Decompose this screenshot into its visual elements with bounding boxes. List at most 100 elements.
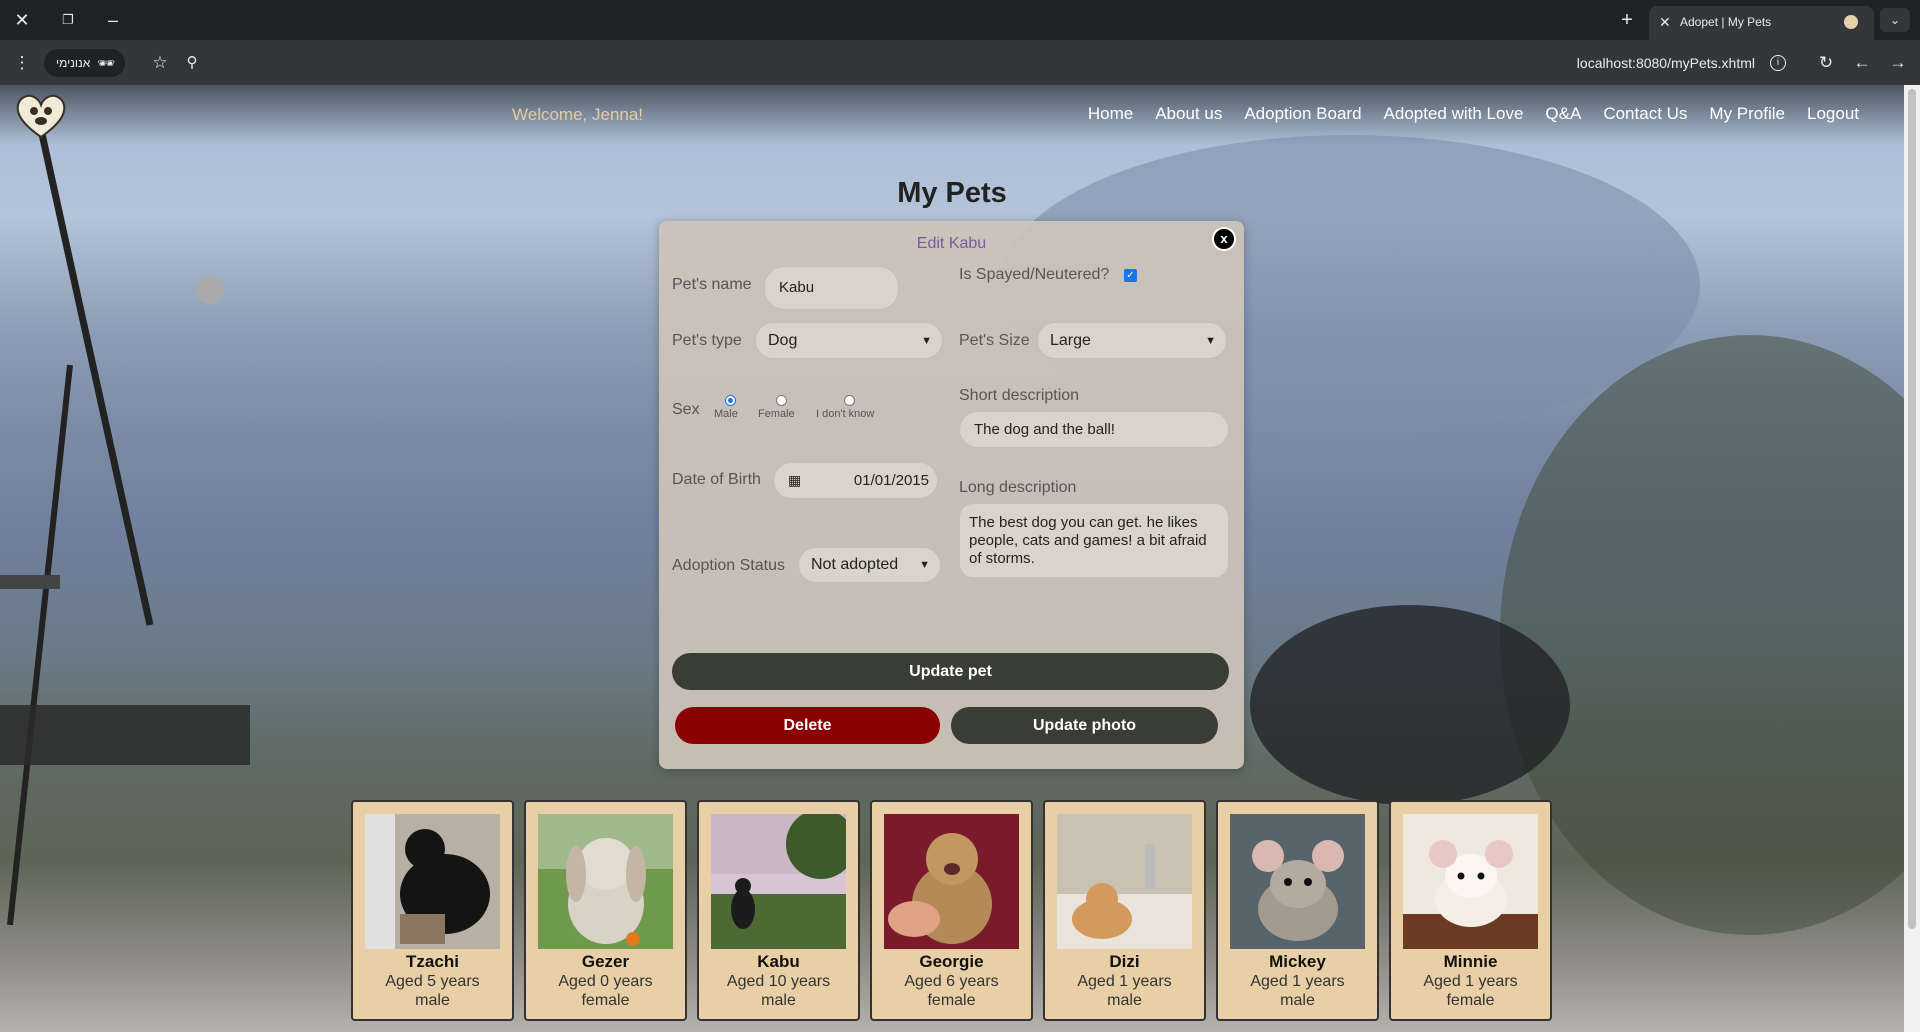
- adoption-status-label: Adoption Status: [672, 557, 785, 574]
- adoption-status-value: Not adopted: [811, 556, 899, 573]
- pet-card[interactable]: Minnie Aged 1 years female: [1389, 800, 1552, 1021]
- short-description-input[interactable]: The dog and the ball!: [959, 411, 1229, 448]
- pet-name: Georgie: [919, 952, 984, 971]
- pet-photo-white-mouse: [1403, 814, 1538, 949]
- sex-radio-unknown[interactable]: [844, 395, 855, 406]
- long-description-textarea[interactable]: The best dog you can get. he likes peopl…: [959, 503, 1229, 578]
- pet-name-value: Kabu: [779, 279, 815, 296]
- pet-sex: female: [581, 992, 630, 1009]
- browser-tab-bar: ✕ ❐ – + ✕ Adopet | My Pets ⌄: [0, 0, 1920, 40]
- nav-adopted-with-love[interactable]: Adopted with Love: [1384, 104, 1524, 124]
- welcome-message: Welcome, Jenna!: [512, 105, 644, 124]
- pet-card[interactable]: Gezer Aged 0 years female: [524, 800, 687, 1021]
- nav-logout[interactable]: Logout: [1807, 104, 1859, 124]
- nav-links: Home About us Adoption Board Adopted wit…: [1088, 104, 1859, 124]
- pet-card[interactable]: Dizi Aged 1 years male: [1043, 800, 1206, 1021]
- dob-input[interactable]: ▦ 01/01/2015: [773, 462, 938, 499]
- pet-type-value: Dog: [768, 332, 798, 349]
- nav-about-us[interactable]: About us: [1155, 104, 1222, 124]
- pet-name: Mickey: [1269, 952, 1326, 971]
- calendar-icon[interactable]: ▦: [788, 463, 801, 498]
- adoption-status-select[interactable]: Not adopted ▼: [798, 547, 941, 583]
- sex-radio-male[interactable]: [725, 395, 736, 406]
- pet-age: Aged 6 years: [904, 973, 999, 990]
- pet-sex: male: [1280, 992, 1315, 1009]
- address-bar[interactable]: localhost:8080/myPets.xhtml i: [1570, 49, 1800, 77]
- window-close-icon[interactable]: ✕: [7, 0, 37, 40]
- pet-size-label: Pet's Size: [959, 332, 1030, 349]
- pet-card[interactable]: Kabu Aged 10 years male: [697, 800, 860, 1021]
- pet-photo-orange-cat: [1057, 814, 1192, 949]
- pet-card[interactable]: Georgie Aged 6 years female: [870, 800, 1033, 1021]
- pet-age: Aged 10 years: [726, 973, 831, 990]
- pet-size-value: Large: [1050, 332, 1091, 349]
- nav-adoption-board[interactable]: Adoption Board: [1244, 104, 1361, 124]
- tab-search-chevron-icon[interactable]: ⌄: [1880, 8, 1910, 32]
- pet-photo-mouse: [1230, 814, 1365, 949]
- sex-radio-male-label: Male: [714, 408, 738, 420]
- background-dog-silhouette: [1250, 605, 1570, 805]
- scrollbar-thumb[interactable]: [1908, 89, 1916, 929]
- update-pet-button[interactable]: Update pet: [672, 653, 1229, 690]
- pet-size-select[interactable]: Large ▼: [1037, 322, 1227, 359]
- pet-card[interactable]: Tzachi Aged 5 years male: [351, 800, 514, 1021]
- pet-card[interactable]: Mickey Aged 1 years male: [1216, 800, 1379, 1021]
- sex-radio-unknown-label: I don't know: [816, 408, 875, 420]
- spayed-label: Is Spayed/Neutered?: [959, 266, 1110, 283]
- window-minimize-icon[interactable]: –: [98, 0, 128, 40]
- browser-menu-icon[interactable]: ⋮: [8, 40, 36, 85]
- pet-photo-rabbit: [538, 814, 673, 949]
- pet-name: Gezer: [581, 952, 630, 971]
- nav-contact-us[interactable]: Contact Us: [1603, 104, 1687, 124]
- chevron-down-icon: ▼: [1205, 335, 1216, 347]
- favicon-icon: [1844, 15, 1858, 29]
- incognito-icon: 🕶: [97, 55, 115, 71]
- zoom-search-icon[interactable]: ⚲: [178, 40, 206, 85]
- nav-home[interactable]: Home: [1088, 104, 1133, 124]
- short-description-label: Short description: [959, 387, 1080, 404]
- edit-pet-modal: Edit Kabu x Pet's name Kabu Pet's type D…: [659, 221, 1244, 769]
- pet-type-label: Pet's type: [672, 332, 742, 349]
- reload-icon[interactable]: ↻: [1812, 40, 1840, 85]
- browser-toolbar: ⋮ אנונימי 🕶 ☆ ⚲ localhost:8080/myPets.xh…: [0, 40, 1920, 85]
- update-photo-button[interactable]: Update photo: [951, 707, 1218, 744]
- url-text: localhost:8080/myPets.xhtml: [1576, 55, 1755, 71]
- forward-icon[interactable]: →: [1884, 40, 1912, 85]
- pet-type-select[interactable]: Dog ▼: [755, 322, 943, 359]
- browser-tab[interactable]: ✕ Adopet | My Pets: [1649, 6, 1874, 40]
- delete-button[interactable]: Delete: [675, 707, 940, 744]
- tab-title: Adopet | My Pets: [1680, 15, 1772, 29]
- pet-name: Kabu: [757, 952, 800, 971]
- nav-my-profile[interactable]: My Profile: [1709, 104, 1785, 124]
- pet-age: Aged 1 years: [1077, 973, 1172, 990]
- pet-sex: female: [1446, 992, 1495, 1009]
- incognito-label: אנונימי: [56, 56, 91, 70]
- nav-qa[interactable]: Q&A: [1545, 104, 1581, 124]
- pet-cards: Tzachi Aged 5 years male Gezer Aged 0 ye…: [351, 800, 1552, 1021]
- chevron-down-icon: ▼: [921, 335, 932, 347]
- new-tab-icon[interactable]: +: [1612, 0, 1642, 40]
- site-navbar: Welcome, Jenna! Home About us Adoption B…: [0, 85, 1904, 145]
- modal-title: Edit Kabu: [916, 235, 987, 252]
- pet-photo-dog: [711, 814, 846, 949]
- pet-name-input[interactable]: Kabu: [764, 266, 899, 310]
- tab-close-icon[interactable]: ✕: [1659, 6, 1671, 38]
- back-icon[interactable]: ←: [1848, 40, 1876, 85]
- adopet-logo[interactable]: [14, 91, 68, 139]
- dob-value: 01/01/2015: [853, 472, 929, 489]
- pet-age: Aged 0 years: [558, 973, 653, 990]
- pet-age: Aged 1 years: [1250, 973, 1345, 990]
- chevron-down-icon: ▼: [919, 559, 930, 571]
- pet-sex: male: [761, 992, 796, 1009]
- spayed-checkbox[interactable]: ✓: [1124, 269, 1137, 282]
- pet-sex: male: [1107, 992, 1142, 1009]
- incognito-badge[interactable]: אנונימי 🕶: [44, 49, 125, 77]
- sex-radio-female-label: Female: [758, 408, 795, 420]
- page-scrollbar[interactable]: [1904, 85, 1920, 1032]
- bookmark-star-icon[interactable]: ☆: [146, 40, 174, 85]
- pet-age: Aged 5 years: [385, 973, 480, 990]
- close-button[interactable]: x: [1212, 227, 1236, 251]
- site-info-icon[interactable]: i: [1770, 55, 1786, 71]
- window-restore-icon[interactable]: ❐: [53, 0, 83, 40]
- sex-radio-female[interactable]: [776, 395, 787, 406]
